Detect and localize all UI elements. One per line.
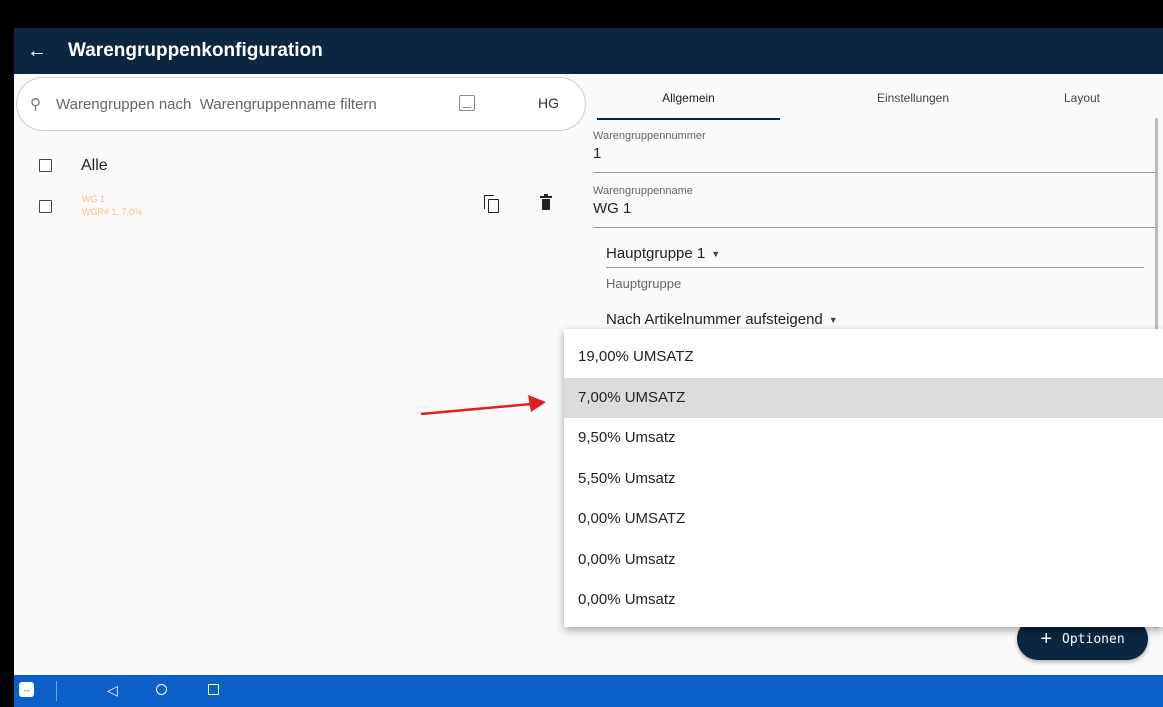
- list-item-alle[interactable]: Alle: [14, 146, 584, 186]
- list-item[interactable]: WG 1 WGR# 1, 7,0%: [14, 190, 584, 230]
- hg-filter-button[interactable]: HG: [538, 95, 559, 111]
- nav-divider: [56, 681, 57, 701]
- menu-item[interactable]: 9,50% Umsatz: [564, 418, 1163, 459]
- menu-item[interactable]: 19,00% UMSATZ: [564, 337, 1163, 378]
- copy-icon[interactable]: [484, 195, 500, 213]
- field-underline: [593, 172, 1157, 173]
- select-all-label: Alle: [81, 157, 108, 174]
- tab-bar: Allgemein Einstellungen Layout: [597, 76, 1157, 120]
- item-checkbox[interactable]: [39, 200, 52, 213]
- sortierung-select[interactable]: Nach Artikelnummer aufsteigend ▼: [606, 311, 838, 328]
- app-window: ← Warengruppenkonfiguration ⚲ HG Alle WG…: [14, 28, 1163, 707]
- menu-item-highlighted[interactable]: 7,00% UMSATZ: [564, 377, 1163, 418]
- app-bar: ← Warengruppenkonfiguration: [14, 28, 1163, 74]
- nav-home-icon[interactable]: [156, 684, 167, 695]
- caret-down-icon: ▼: [711, 249, 721, 260]
- tab-indicator: [597, 118, 780, 120]
- menu-item[interactable]: 0,00% UMSATZ: [564, 499, 1163, 540]
- tab-allgemein[interactable]: Allgemein: [597, 76, 780, 120]
- red-arrow-annotation: [420, 395, 546, 416]
- warengruppenname-field[interactable]: Warengruppenname WG 1: [593, 185, 1157, 229]
- delete-icon[interactable]: [539, 194, 555, 213]
- field-label: Warengruppenname: [593, 185, 693, 197]
- field-label: Warengruppennummer: [593, 130, 706, 142]
- nav-recent-icon[interactable]: [208, 684, 219, 695]
- android-navbar: ⇔ ◁: [14, 675, 1163, 707]
- menu-item[interactable]: 0,00% Umsatz: [564, 540, 1163, 581]
- nav-back-icon[interactable]: ◁: [107, 682, 118, 699]
- search-bar: ⚲ HG: [16, 77, 586, 131]
- image-icon[interactable]: [459, 95, 475, 111]
- teamviewer-icon[interactable]: ⇔: [19, 682, 34, 697]
- field-underline: [593, 227, 1157, 228]
- warengruppennummer-field[interactable]: Warengruppennummer 1: [593, 130, 1157, 174]
- tab-einstellungen[interactable]: Einstellungen: [813, 76, 1013, 120]
- menu-item[interactable]: 5,50% Umsatz: [564, 459, 1163, 500]
- tax-dropdown-menu: 19,00% UMSATZ 7,00% UMSATZ 9,50% Umsatz …: [564, 329, 1163, 627]
- select-value: Nach Artikelnummer aufsteigend: [606, 311, 823, 328]
- field-value: 1: [593, 145, 602, 162]
- field-value: WG 1: [593, 200, 632, 217]
- item-name: WG 1: [82, 194, 106, 204]
- back-arrow-icon[interactable]: ←: [14, 28, 60, 74]
- search-icon: ⚲: [30, 96, 41, 113]
- optionen-label: Optionen: [1062, 631, 1125, 647]
- search-input[interactable]: [54, 94, 438, 114]
- item-subtitle: WGR# 1, 7,0%: [82, 207, 143, 217]
- select-underline: [606, 267, 1144, 268]
- hauptgruppe-label: Hauptgruppe: [606, 276, 682, 291]
- hauptgruppe-select[interactable]: Hauptgruppe 1 ▼: [606, 245, 720, 262]
- caret-down-icon: ▼: [828, 315, 838, 326]
- select-all-checkbox[interactable]: [39, 159, 52, 172]
- tab-layout[interactable]: Layout: [1007, 76, 1157, 120]
- select-value: Hauptgruppe 1: [606, 245, 706, 262]
- plus-icon: +: [1040, 627, 1053, 650]
- page-title: Warengruppenkonfiguration: [68, 40, 323, 61]
- menu-item[interactable]: 0,00% Umsatz: [564, 580, 1163, 621]
